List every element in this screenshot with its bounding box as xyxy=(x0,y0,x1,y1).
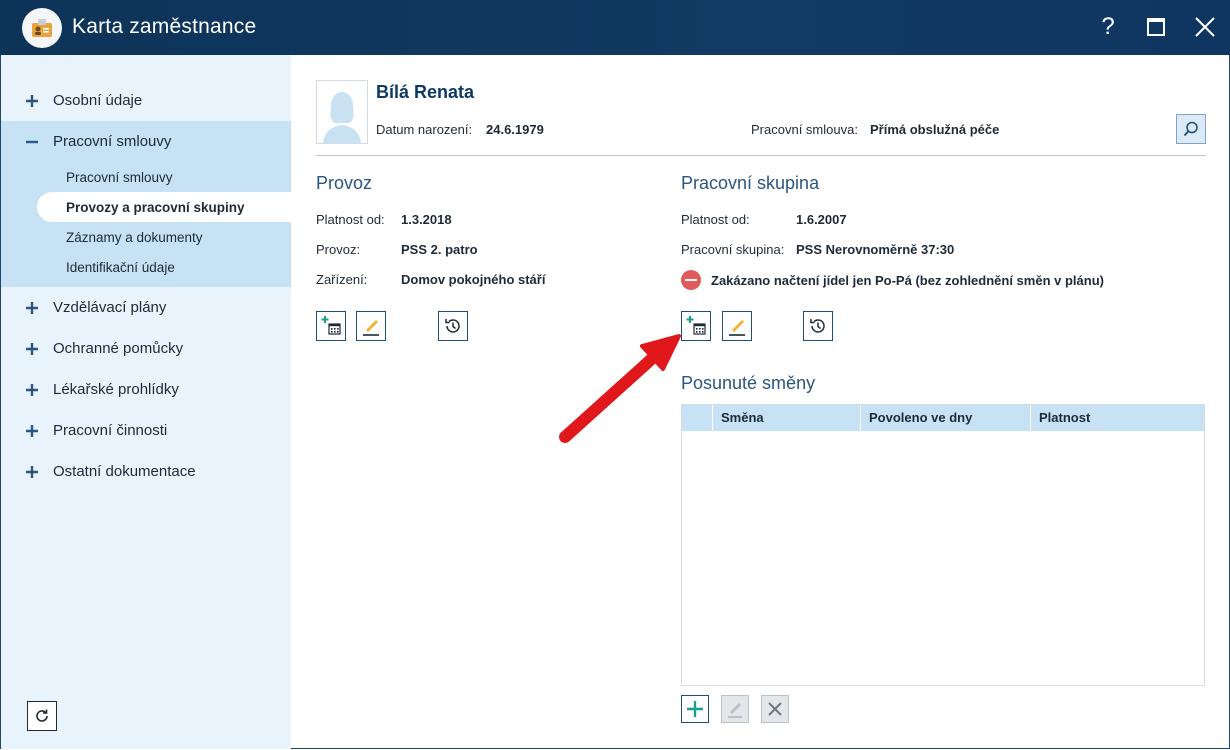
header-divider xyxy=(316,155,1206,156)
column-header-povoleno[interactable]: Povoleno ve dny xyxy=(860,405,1030,431)
pencil-icon xyxy=(728,703,742,718)
sidebar-item-label: Pracovní smlouvy xyxy=(53,133,172,150)
title-bar: Karta zaměstnance ? xyxy=(0,0,1230,55)
add-calendar-icon xyxy=(321,316,341,335)
sidebar-subitem-label: Záznamy a dokumenty xyxy=(66,229,203,245)
pencil-icon xyxy=(729,320,745,336)
search-icon xyxy=(1183,121,1198,137)
plus-icon xyxy=(26,94,38,107)
sidebar-subitem-label: Provozy a pracovní skupiny xyxy=(66,199,245,215)
close-icon xyxy=(768,702,782,716)
birth-date-value: 24.6.1979 xyxy=(486,122,544,137)
sidebar-subitem-identifikacni-udaje[interactable]: Identifikační údaje xyxy=(1,252,291,282)
sidebar-item-vzdelavaci-plany[interactable]: Vzdělávací plány xyxy=(1,287,291,328)
contract-value: Přímá obslužná péče xyxy=(870,122,1000,137)
sidebar-subitem-label: Identifikační údaje xyxy=(66,259,175,275)
plus-icon xyxy=(26,383,38,396)
provoz-label: Provoz: xyxy=(316,242,361,257)
sidebar-item-ostatni-dokumentace[interactable]: Ostatní dokumentace xyxy=(1,451,291,492)
shifted-shifts-table[interactable]: Směna Povoleno ve dny Platnost xyxy=(681,404,1205,686)
sidebar-item-label: Pracovní činnosti xyxy=(53,422,168,439)
employee-name: Bílá Renata xyxy=(376,82,475,102)
provoz-title: Provoz xyxy=(316,173,373,193)
column-header-smena[interactable]: Směna xyxy=(712,405,860,431)
table-header: Směna Povoleno ve dny Platnost xyxy=(682,405,1204,431)
column-header-platnost[interactable]: Platnost xyxy=(1030,405,1204,431)
window-title: Karta zaměstnance xyxy=(72,15,257,38)
sidebar-item-pracovni-smlouvy[interactable]: Pracovní smlouvy xyxy=(1,121,291,162)
provoz-value: PSS 2. patro xyxy=(401,242,478,257)
sidebar: Osobní údaje Pracovní smlouvy Pracovní s… xyxy=(1,55,291,749)
sidebar-item-label: Vzdělávací plány xyxy=(53,299,167,316)
avatar xyxy=(316,80,368,144)
maximize-icon xyxy=(1147,18,1165,36)
history-icon xyxy=(810,319,825,333)
work-group-value: PSS Nerovnoměrně 37:30 xyxy=(796,242,955,257)
sidebar-item-lekarske-prohlidky[interactable]: Lékařské prohlídky xyxy=(1,369,291,410)
skupina-valid-from-label: Platnost od: xyxy=(681,212,750,227)
plus-icon xyxy=(26,301,38,314)
provoz-valid-from-label: Platnost od: xyxy=(316,212,385,227)
maximize-button[interactable] xyxy=(1141,12,1171,42)
meal-warning-text: Zakázano načtení jídel jen Po-Pá (bez zo… xyxy=(711,272,1104,288)
no-entry-icon xyxy=(681,270,701,290)
help-button[interactable]: ? xyxy=(1093,12,1123,42)
provoz-add-button[interactable] xyxy=(316,311,346,341)
sidebar-subitem-zaznamy-dokumenty[interactable]: Záznamy a dokumenty xyxy=(1,222,291,252)
sidebar-item-osobni-udaje[interactable]: Osobní údaje xyxy=(1,80,291,121)
refresh-icon xyxy=(36,709,48,722)
red-arrow-annotation xyxy=(559,334,681,443)
plus-icon xyxy=(26,424,38,437)
provoz-edit-button[interactable] xyxy=(356,311,386,341)
sidebar-subitem-label: Pracovní smlouvy xyxy=(66,169,173,185)
history-icon xyxy=(445,319,460,333)
sidebar-subitem-pracovni-smlouvy[interactable]: Pracovní smlouvy xyxy=(1,162,291,192)
close-icon xyxy=(1195,17,1215,37)
delete-shift-button[interactable] xyxy=(761,695,789,723)
plus-icon xyxy=(26,342,38,355)
sidebar-item-label: Ostatní dokumentace xyxy=(53,463,196,480)
sidebar-item-label: Lékařské prohlídky xyxy=(53,381,179,398)
sidebar-item-pracovni-cinnosti[interactable]: Pracovní činnosti xyxy=(1,410,291,451)
person-silhouette-icon xyxy=(323,92,361,143)
refresh-button[interactable] xyxy=(27,701,57,731)
employee-card-icon xyxy=(22,8,62,48)
provoz-valid-from-value: 1.3.2018 xyxy=(401,212,452,227)
sidebar-subitem-provozy-skupiny[interactable]: Provozy a pracovní skupiny xyxy=(37,192,291,222)
contract-label: Pracovní smlouva: xyxy=(751,122,858,137)
skupina-valid-from-value: 1.6.2007 xyxy=(796,212,847,227)
plus-icon xyxy=(687,701,703,717)
sidebar-item-ochranne-pomucky[interactable]: Ochranné pomůcky xyxy=(1,328,291,369)
birth-date-label: Datum narození: xyxy=(376,122,473,137)
facility-label: Zařízení: xyxy=(316,272,368,287)
facility-value: Domov pokojného stáří xyxy=(401,272,546,287)
sidebar-group-pracovni-smlouvy: Pracovní smlouvy Pracovní smlouvy Provoz… xyxy=(1,121,291,287)
pencil-icon xyxy=(363,320,379,336)
add-shift-button[interactable] xyxy=(681,695,709,723)
close-button[interactable] xyxy=(1190,12,1220,42)
skupina-history-button[interactable] xyxy=(803,311,833,341)
sidebar-item-label: Ochranné pomůcky xyxy=(53,340,184,357)
minus-icon xyxy=(26,140,38,143)
meal-warning: Zakázano načtení jídel jen Po-Pá (bez zo… xyxy=(681,270,1104,290)
work-group-label: Pracovní skupina: xyxy=(681,242,785,257)
search-button[interactable] xyxy=(1176,114,1206,144)
plus-icon xyxy=(26,465,38,478)
edit-shift-button[interactable] xyxy=(721,695,749,723)
skupina-edit-button[interactable] xyxy=(722,311,752,341)
skupina-title: Pracovní skupina xyxy=(681,173,820,193)
sidebar-item-label: Osobní údaje xyxy=(53,92,143,109)
provoz-history-button[interactable] xyxy=(438,311,468,341)
